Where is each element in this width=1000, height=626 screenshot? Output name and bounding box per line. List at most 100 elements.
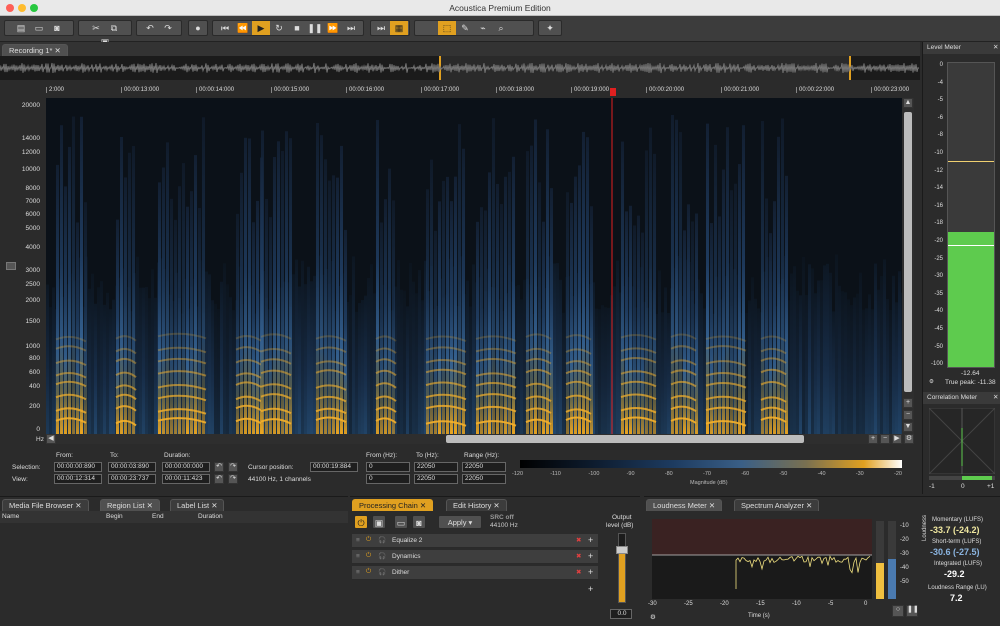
- view-rangehz-field[interactable]: 22050: [462, 474, 506, 484]
- headphones-icon[interactable]: 🎧: [378, 536, 386, 544]
- waveform-icon[interactable]: ▦: [390, 21, 408, 35]
- remove-icon[interactable]: ✖: [576, 568, 581, 576]
- view-duration-field[interactable]: 00:00:11:423: [162, 474, 210, 484]
- view-tohz-field[interactable]: 22050: [414, 474, 458, 484]
- pause-icon[interactable]: ❚❚: [306, 21, 324, 35]
- stop-icon[interactable]: ■: [288, 21, 306, 35]
- save-icon[interactable]: ◙: [48, 21, 66, 35]
- cursor-marker[interactable]: [610, 88, 616, 96]
- scroll-right-icon[interactable]: ▶: [892, 434, 902, 444]
- horizontal-scroll-thumb[interactable]: [446, 435, 804, 443]
- h-zoom-out-icon[interactable]: −: [880, 434, 890, 444]
- zoom-out-icon[interactable]: −: [903, 410, 913, 420]
- drag-handle-icon[interactable]: ≡: [356, 569, 360, 576]
- tab-recording[interactable]: Recording 1* ✕: [2, 44, 68, 56]
- h-zoom-in-icon[interactable]: +: [868, 434, 878, 444]
- sel-redo-icon[interactable]: ↷: [228, 462, 238, 472]
- cursor-position-field[interactable]: 00:00:19:884: [310, 462, 358, 472]
- drag-handle-icon[interactable]: ≡: [356, 553, 360, 560]
- forward-icon[interactable]: ⏩: [324, 21, 342, 35]
- vertical-scrollbar[interactable]: ▲ + − ▼: [902, 98, 914, 434]
- chain-item[interactable]: ≡ ⏻ 🎧 Equalize 2 ✖ +: [352, 534, 598, 548]
- close-correlation-icon[interactable]: ✕: [993, 393, 998, 401]
- tab-processing-chain[interactable]: Processing Chain ✕: [352, 499, 434, 511]
- tab-region-list[interactable]: Region List ✕: [100, 499, 160, 511]
- zoom-in-icon[interactable]: +: [903, 398, 913, 408]
- overview-waveform[interactable]: [0, 56, 920, 80]
- view-to-field[interactable]: 00:00:23:737: [108, 474, 156, 484]
- zoom-window-button[interactable]: [30, 4, 38, 12]
- sel-fromhz-field[interactable]: 0: [366, 462, 410, 472]
- drag-handle-icon[interactable]: ≡: [356, 537, 360, 544]
- selection-from-field[interactable]: 00:00:00:890: [54, 462, 102, 472]
- pause-meter-icon[interactable]: ❚❚: [906, 605, 919, 617]
- loop-icon[interactable]: ↻: [270, 21, 288, 35]
- selection-duration-field[interactable]: 00:00:00:000: [162, 462, 210, 472]
- timeline-ruler[interactable]: 2:000 00:00:13:000 00:00:14:000 00:00:15:00…: [46, 86, 909, 98]
- sel-undo-icon[interactable]: ↶: [214, 462, 224, 472]
- go-end-icon[interactable]: ⏭: [342, 21, 360, 35]
- output-level-slider[interactable]: [616, 533, 628, 603]
- wrench-icon[interactable]: ⚙: [929, 379, 934, 385]
- horizontal-scrollbar[interactable]: ◀ + − ▶ ⚙: [46, 434, 914, 444]
- scroll-down-icon[interactable]: ▼: [903, 422, 913, 432]
- close-window-button[interactable]: [6, 4, 14, 12]
- vertical-scroll-thumb[interactable]: [904, 112, 912, 392]
- add-processor-icon[interactable]: +: [588, 584, 593, 594]
- remove-icon[interactable]: ✖: [576, 536, 581, 544]
- col-begin[interactable]: Begin: [106, 513, 123, 520]
- col-duration[interactable]: Duration: [198, 513, 223, 520]
- undo-icon[interactable]: ↶: [141, 21, 159, 35]
- output-level-field[interactable]: 0.0: [610, 609, 632, 619]
- scroll-left-icon[interactable]: ◀: [46, 434, 56, 444]
- tab-media-browser[interactable]: Media File Browser ✕: [2, 499, 89, 511]
- view-fromhz-field[interactable]: 0: [366, 474, 410, 484]
- tab-spectrum-analyzer[interactable]: Spectrum Analyzer ✕: [734, 499, 820, 511]
- chain-item[interactable]: ≡ ⏻ 🎧 Dither ✖ +: [352, 566, 598, 580]
- skip-icon[interactable]: ⏭: [372, 21, 390, 35]
- tab-loudness-meter[interactable]: Loudness Meter ✕: [646, 499, 723, 511]
- new-file-icon[interactable]: ▤: [12, 21, 30, 35]
- wrench-icon[interactable]: ⚙: [650, 613, 656, 621]
- play-icon[interactable]: ▶: [252, 21, 270, 35]
- selection-to-field[interactable]: 00:00:03:890: [108, 462, 156, 472]
- add-icon[interactable]: +: [588, 567, 593, 577]
- chain-power-button[interactable]: ⏻: [354, 515, 368, 529]
- chain-open-button[interactable]: ▭: [394, 515, 408, 529]
- power-icon[interactable]: ⏻: [366, 536, 371, 544]
- power-icon[interactable]: ⏻: [366, 568, 371, 576]
- chain-save-button[interactable]: ◙: [412, 515, 426, 529]
- spectrogram-view[interactable]: [46, 98, 902, 434]
- pencil-icon[interactable]: ✎: [456, 21, 474, 35]
- record-button[interactable]: ●: [188, 20, 208, 36]
- power-icon[interactable]: ⏻: [366, 552, 371, 560]
- tab-edit-history[interactable]: Edit History ✕: [446, 499, 507, 511]
- tab-label-list[interactable]: Label List ✕: [170, 499, 225, 511]
- marker-button[interactable]: ✦: [538, 20, 562, 36]
- remove-icon[interactable]: ✖: [576, 552, 581, 560]
- redo-icon[interactable]: ↷: [159, 21, 177, 35]
- col-end[interactable]: End: [152, 513, 164, 520]
- copy-icon[interactable]: ⧉: [105, 21, 123, 35]
- sel-tohz-field[interactable]: 22050: [414, 462, 458, 472]
- axis-options-icon[interactable]: [6, 262, 16, 270]
- headphones-icon[interactable]: 🎧: [378, 552, 386, 560]
- open-icon[interactable]: ▭: [30, 21, 48, 35]
- chain-clipboard-button[interactable]: ▣: [372, 515, 386, 529]
- wrench-icon[interactable]: ⚙: [904, 434, 914, 444]
- add-icon[interactable]: +: [588, 551, 593, 561]
- sel-rangehz-field[interactable]: 22050: [462, 462, 506, 472]
- cut-icon[interactable]: ✂: [87, 21, 105, 35]
- scroll-up-icon[interactable]: ▲: [903, 98, 913, 108]
- go-start-icon[interactable]: ⏮: [216, 21, 234, 35]
- close-level-meter-icon[interactable]: ✕: [993, 43, 998, 51]
- minimize-window-button[interactable]: [18, 4, 26, 12]
- view-redo-icon[interactable]: ↷: [228, 474, 238, 484]
- rewind-icon[interactable]: ⏪: [234, 21, 252, 35]
- apply-button[interactable]: Apply ▾: [438, 515, 482, 529]
- pick-icon[interactable]: ⌁: [474, 21, 492, 35]
- reset-icon[interactable]: ○: [892, 605, 904, 617]
- headphones-icon[interactable]: 🎧: [378, 568, 386, 576]
- chain-item[interactable]: ≡ ⏻ 🎧 Dynamics ✖ +: [352, 550, 598, 564]
- view-from-field[interactable]: 00:00:12:314: [54, 474, 102, 484]
